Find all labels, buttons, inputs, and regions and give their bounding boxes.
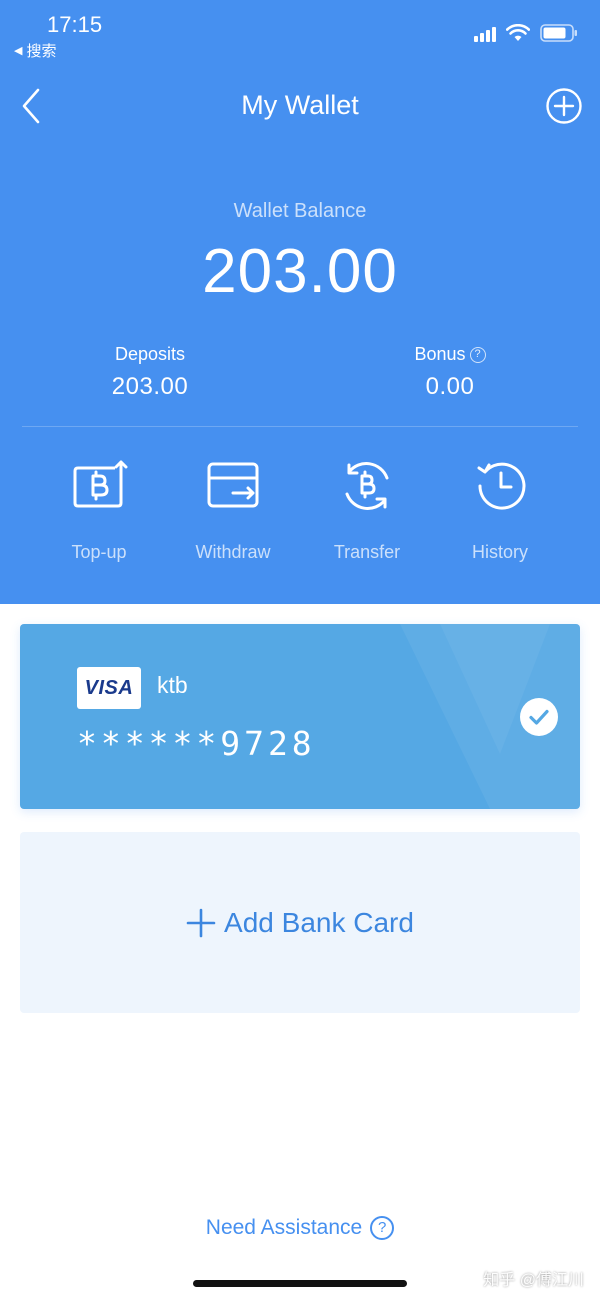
add-bank-card-label: Add Bank Card bbox=[224, 906, 414, 938]
visa-logo: VISA bbox=[77, 667, 141, 709]
back-triangle-icon: ◀ bbox=[14, 45, 23, 57]
add-circle-icon[interactable] bbox=[546, 88, 582, 124]
status-icons bbox=[474, 24, 578, 42]
wallet-actions: Top-up Withdraw Transfer History bbox=[0, 456, 600, 576]
wallet-screen: 17:15 ◀ 搜索 My Wallet Wallet Balance 203.… bbox=[0, 0, 600, 1299]
deposits-stat: Deposits 203.00 bbox=[50, 344, 250, 401]
bonus-help-icon[interactable]: ? bbox=[469, 346, 486, 363]
deposits-label: Deposits bbox=[114, 344, 186, 364]
wallet-header: 17:15 ◀ 搜索 My Wallet Wallet Balance 203.… bbox=[0, 0, 600, 604]
clock-icon bbox=[477, 462, 526, 510]
bank-card[interactable]: VISA ktb ******9728 bbox=[20, 624, 580, 809]
need-assistance-link[interactable]: Need Assistance ? bbox=[0, 1216, 600, 1240]
card-watermark-shape bbox=[400, 624, 580, 809]
transfer-button[interactable]: Transfer bbox=[307, 456, 427, 576]
page-title: My Wallet bbox=[241, 90, 359, 120]
withdraw-button[interactable]: Withdraw bbox=[173, 456, 293, 576]
plus-icon bbox=[186, 908, 216, 937]
battery-icon bbox=[540, 24, 578, 42]
topup-button[interactable]: Top-up bbox=[39, 456, 159, 576]
history-label: History bbox=[471, 542, 528, 562]
wallet-withdraw-icon bbox=[207, 462, 259, 508]
history-button[interactable]: History bbox=[440, 456, 560, 576]
card-number: ******9728 bbox=[77, 724, 316, 763]
signal-icon bbox=[474, 24, 496, 42]
need-assistance-label: Need Assistance bbox=[205, 1216, 363, 1239]
card-bank-name: ktb bbox=[157, 672, 188, 698]
deposits-value: 203.00 bbox=[111, 373, 189, 400]
bonus-stat: Bonus ? 0.00 bbox=[350, 344, 550, 401]
header-divider bbox=[22, 426, 578, 427]
bonus-label: Bonus bbox=[414, 344, 466, 364]
wallet-balance-label: Wallet Balance bbox=[233, 200, 367, 222]
status-back-to-search[interactable]: ◀ 搜索 bbox=[14, 40, 56, 61]
transfer-label: Transfer bbox=[333, 542, 401, 562]
source-watermark: 知乎 @傅江川 bbox=[483, 1272, 584, 1289]
topup-label: Top-up bbox=[71, 542, 127, 562]
withdraw-label: Withdraw bbox=[195, 542, 271, 562]
question-circle-icon: ? bbox=[370, 1216, 395, 1240]
home-indicator[interactable] bbox=[193, 1280, 407, 1287]
status-back-label: 搜索 bbox=[26, 43, 57, 60]
wifi-icon bbox=[506, 24, 530, 42]
bitcoin-up-icon bbox=[73, 460, 128, 508]
bonus-value: 0.00 bbox=[425, 373, 475, 400]
wallet-balance-value: 203.00 bbox=[202, 237, 398, 306]
bitcoin-transfer-icon bbox=[345, 462, 389, 510]
status-time: 17:15 bbox=[47, 12, 103, 37]
check-icon bbox=[520, 698, 558, 736]
add-bank-card-button[interactable]: Add Bank Card bbox=[20, 832, 580, 1013]
